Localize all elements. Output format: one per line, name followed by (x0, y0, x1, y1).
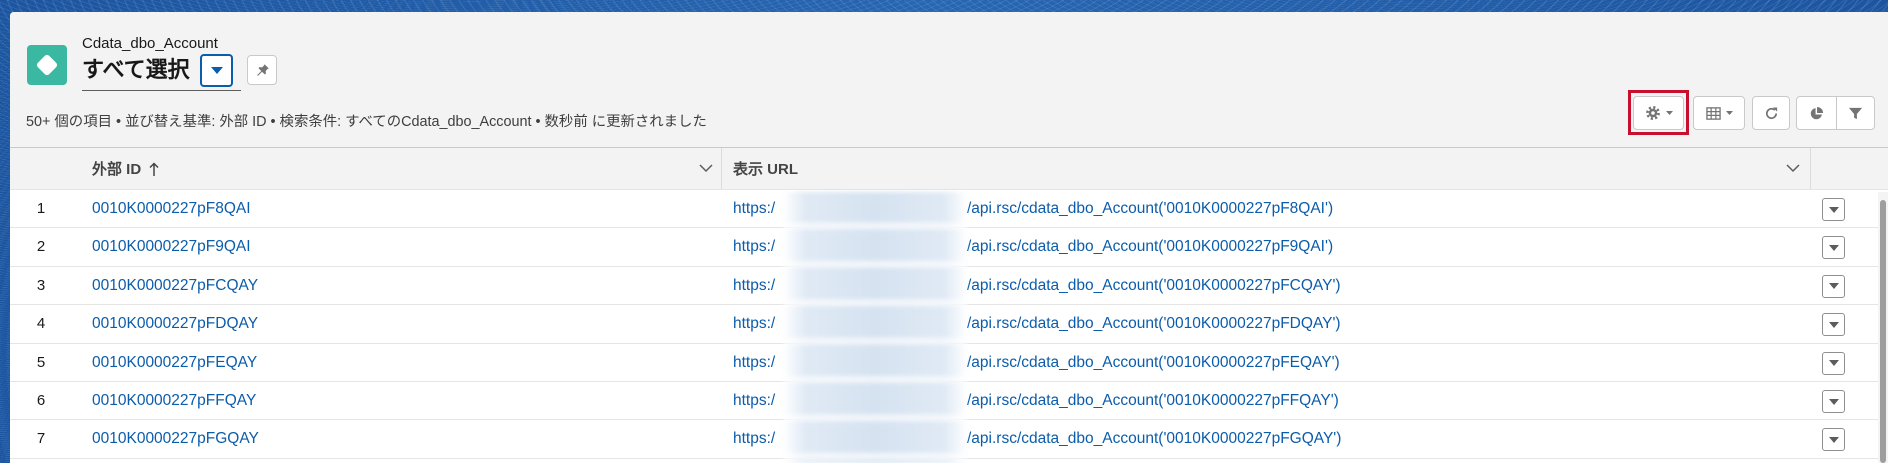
display-as-button[interactable] (1693, 96, 1745, 130)
url-suffix: /api.rsc/cdata_dbo_Account('0010K0000227… (967, 430, 1342, 448)
filters-button[interactable] (1836, 96, 1875, 130)
caret-down-icon (1828, 283, 1839, 290)
url-prefix: https:/ (733, 392, 776, 409)
row-number: 5 (36, 353, 46, 371)
caret-down-icon (1828, 321, 1839, 328)
object-label: Cdata_dbo_Account (82, 35, 218, 52)
column-label: 外部 ID (92, 161, 142, 178)
row-actions-button[interactable] (1822, 351, 1845, 375)
url-suffix: /api.rsc/cdata_dbo_Account('0010K0000227… (967, 238, 1334, 256)
charts-button[interactable] (1796, 96, 1837, 130)
caret-down-icon (1665, 111, 1673, 115)
table-icon (1705, 106, 1721, 120)
row-number: 4 (36, 315, 46, 333)
list-view-header: Cdata_dbo_Account すべて選択 50+ 個の項目 • 並び替え基… (10, 12, 1888, 148)
column-label: 表示 URL (733, 161, 798, 178)
row-number: 1 (36, 200, 46, 217)
caret-down-icon (1828, 206, 1839, 213)
arrow-up-icon (149, 161, 159, 176)
caret-down-icon (210, 66, 223, 74)
row-number: 2 (36, 238, 46, 256)
list-view-summary: 50+ 個の項目 • 並び替え基準: 外部 ID • 検索条件: すべてのCda… (26, 114, 707, 130)
external-id-link[interactable]: 0010K0000227pFGQAY (92, 420, 259, 457)
external-id-link[interactable]: 0010K0000227pFFQAY (92, 382, 256, 419)
scrollbar-thumb[interactable] (1880, 200, 1886, 463)
redaction-blur (783, 192, 967, 463)
row-actions-button[interactable] (1822, 313, 1845, 337)
column-header-external-id[interactable]: 外部 ID (92, 148, 159, 189)
refresh-icon (1765, 107, 1777, 119)
refresh-button[interactable] (1752, 96, 1790, 130)
list-view-controls-button[interactable] (1633, 96, 1684, 130)
url-prefix: https:/ (733, 200, 776, 217)
caret-down-icon (1828, 360, 1839, 367)
gear-icon (1645, 106, 1660, 120)
vertical-scrollbar[interactable] (1878, 192, 1888, 463)
caret-down-icon (1828, 398, 1839, 405)
row-actions-button[interactable] (1822, 390, 1845, 413)
external-id-link[interactable]: 0010K0000227pFCQAY (92, 267, 258, 304)
filter-icon (1848, 107, 1863, 119)
url-prefix: https:/ (733, 315, 776, 333)
row-actions-button[interactable] (1822, 428, 1845, 452)
row-actions-button[interactable] (1822, 198, 1845, 221)
column-menu-button[interactable] (699, 164, 713, 174)
pin-icon (256, 63, 269, 76)
title-underline (82, 90, 241, 91)
url-suffix: /api.rsc/cdata_dbo_Account('0010K0000227… (967, 200, 1334, 217)
column-divider[interactable] (721, 148, 722, 189)
url-suffix: /api.rsc/cdata_dbo_Account('0010K0000227… (967, 276, 1341, 294)
pie-chart-icon (1810, 106, 1824, 119)
external-id-link[interactable]: 0010K0000227pF9QAI (92, 228, 251, 265)
table-header: 外部 ID 表示 URL (10, 148, 1888, 190)
list-view-title: すべて選択 (82, 57, 190, 82)
external-id-link[interactable]: 0010K0000227pFDQAY (92, 305, 258, 342)
column-menu-button[interactable] (1786, 164, 1800, 174)
custom-object-diamond-icon (27, 45, 67, 85)
row-number: 7 (36, 430, 46, 448)
url-suffix: /api.rsc/cdata_dbo_Account('0010K0000227… (967, 353, 1340, 371)
row-number: 6 (36, 392, 46, 409)
chevron-down-icon (1786, 164, 1800, 173)
url-suffix: /api.rsc/cdata_dbo_Account('0010K0000227… (967, 392, 1339, 409)
url-prefix: https:/ (733, 430, 776, 448)
list-view-switcher-button[interactable] (200, 54, 233, 87)
caret-down-icon (1828, 244, 1839, 251)
url-prefix: https:/ (733, 276, 776, 294)
caret-down-icon (1828, 436, 1839, 443)
row-actions-button[interactable] (1822, 236, 1845, 260)
list-view-panel: Cdata_dbo_Account すべて選択 50+ 個の項目 • 並び替え基… (10, 12, 1888, 463)
caret-down-icon (1725, 111, 1733, 115)
url-prefix: https:/ (733, 353, 776, 371)
row-number: 3 (36, 276, 46, 294)
column-divider[interactable] (1810, 148, 1811, 189)
url-prefix: https:/ (733, 238, 776, 256)
row-actions-button[interactable] (1822, 274, 1845, 298)
chevron-down-icon (699, 164, 713, 173)
pin-list-view-button[interactable] (247, 55, 277, 85)
column-header-display-url[interactable]: 表示 URL (733, 148, 798, 189)
external-id-link[interactable]: 0010K0000227pF8QAI (92, 190, 251, 227)
external-id-link[interactable]: 0010K0000227pFEQAY (92, 344, 257, 381)
url-suffix: /api.rsc/cdata_dbo_Account('0010K0000227… (967, 315, 1341, 333)
